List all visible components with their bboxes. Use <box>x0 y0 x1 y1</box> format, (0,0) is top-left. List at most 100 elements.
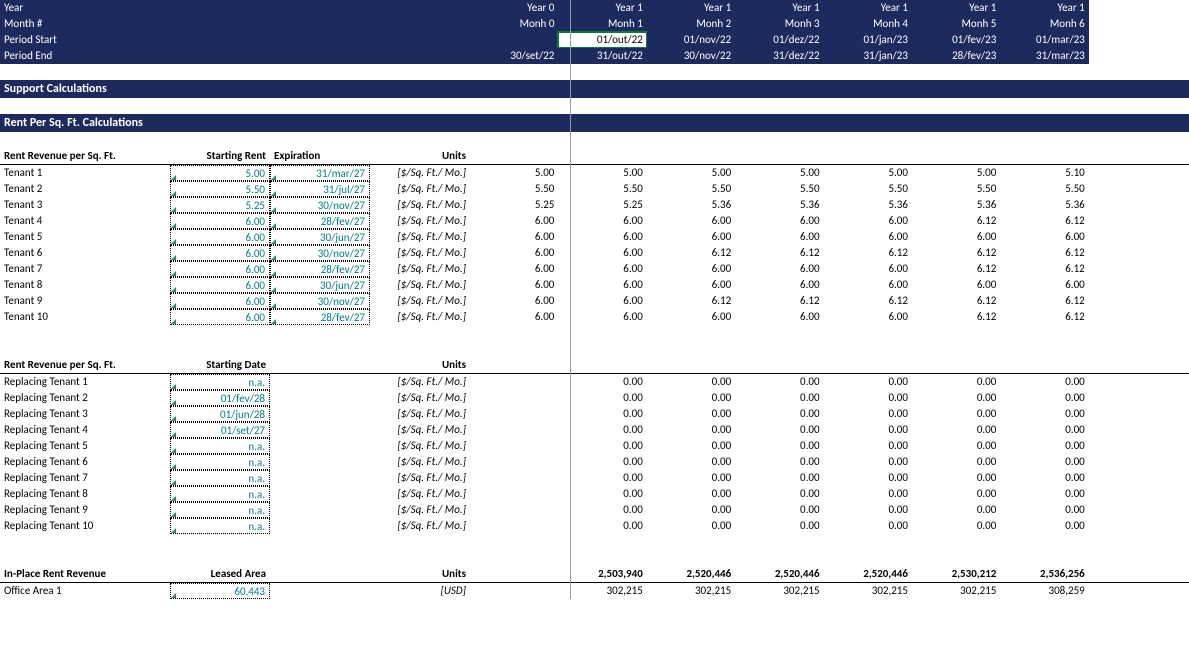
value-cell[interactable]: 0.00 <box>912 502 1000 518</box>
value-cell[interactable]: 0.00 <box>912 486 1000 502</box>
value-cell[interactable] <box>470 518 558 534</box>
value-cell[interactable]: 0.00 <box>735 390 823 406</box>
value-cell[interactable]: 5.50 <box>558 181 646 197</box>
tenant-name[interactable]: Replacing Tenant 10 <box>0 518 170 534</box>
expiration-cell[interactable]: 28/fev/27 <box>270 213 370 229</box>
expiration-cell[interactable]: 30/jun/27 <box>270 277 370 293</box>
value-cell[interactable]: 0.00 <box>824 470 912 486</box>
expiration-cell[interactable]: 31/jul/27 <box>270 181 370 197</box>
starting-rent-cell[interactable]: 6.00 <box>170 245 270 261</box>
value-cell[interactable]: 0.00 <box>558 422 646 438</box>
value-cell[interactable]: 0.00 <box>735 470 823 486</box>
tenant-name[interactable]: Tenant 3 <box>0 197 170 213</box>
starting-date-cell[interactable]: n.a. <box>170 374 270 390</box>
value-cell[interactable]: 0.00 <box>647 390 735 406</box>
value-cell[interactable]: 0.00 <box>1000 422 1088 438</box>
value-cell[interactable]: 0.00 <box>912 390 1000 406</box>
value-cell[interactable]: 6.00 <box>647 309 735 325</box>
starting-date-cell[interactable]: n.a. <box>170 502 270 518</box>
value-cell[interactable]: 0.00 <box>1000 470 1088 486</box>
value-cell[interactable]: 0.00 <box>735 406 823 422</box>
value-cell[interactable]: 0.00 <box>824 390 912 406</box>
value-cell[interactable]: 0.00 <box>558 470 646 486</box>
tenant-name[interactable]: Replacing Tenant 4 <box>0 422 170 438</box>
value-cell[interactable]: 0.00 <box>735 438 823 454</box>
value-cell[interactable]: 6.00 <box>558 213 646 229</box>
value-cell[interactable]: 0.00 <box>912 518 1000 534</box>
value-cell[interactable]: 5.36 <box>647 197 735 213</box>
tenant-name[interactable]: Tenant 8 <box>0 277 170 293</box>
value-cell[interactable]: 6.00 <box>912 277 1000 293</box>
starting-rent-cell[interactable]: 6.00 <box>170 213 270 229</box>
value-cell[interactable]: 0.00 <box>558 390 646 406</box>
value-cell[interactable]: 6.00 <box>558 261 646 277</box>
value-cell[interactable]: 6.00 <box>558 293 646 309</box>
value-cell[interactable]: 6.00 <box>470 293 558 309</box>
tenant-name[interactable]: Replacing Tenant 8 <box>0 486 170 502</box>
value-cell[interactable]: 6.00 <box>824 277 912 293</box>
tenant-name[interactable]: Replacing Tenant 3 <box>0 406 170 422</box>
value-cell[interactable]: 0.00 <box>1000 390 1088 406</box>
value-cell[interactable]: 6.00 <box>647 229 735 245</box>
value-cell[interactable]: 0.00 <box>824 422 912 438</box>
value-cell[interactable]: 0.00 <box>558 374 646 390</box>
value-cell[interactable]: 0.00 <box>824 486 912 502</box>
value-cell[interactable]: 0.00 <box>558 438 646 454</box>
value-cell[interactable]: 5.00 <box>470 165 558 181</box>
value-cell[interactable]: 0.00 <box>647 406 735 422</box>
value-cell[interactable]: 0.00 <box>824 502 912 518</box>
value-cell[interactable]: 5.36 <box>824 197 912 213</box>
value-cell[interactable]: 0.00 <box>824 454 912 470</box>
value-cell[interactable]: 6.00 <box>647 213 735 229</box>
expiration-cell[interactable]: 31/mar/27 <box>270 165 370 181</box>
value-cell[interactable]: 6.00 <box>824 261 912 277</box>
value-cell[interactable]: 5.50 <box>824 181 912 197</box>
tenant-name[interactable]: Tenant 10 <box>0 309 170 325</box>
selected-cell[interactable]: 01/out/22 <box>558 32 646 48</box>
value-cell[interactable]: 6.00 <box>558 309 646 325</box>
tenant-name[interactable]: Tenant 1 <box>0 165 170 181</box>
value-cell[interactable]: 6.00 <box>470 277 558 293</box>
value-cell[interactable] <box>470 502 558 518</box>
value-cell[interactable]: 5.25 <box>558 197 646 213</box>
value-cell[interactable]: 5.00 <box>824 165 912 181</box>
value-cell[interactable]: 6.00 <box>470 309 558 325</box>
value-cell[interactable] <box>470 486 558 502</box>
value-cell[interactable]: 5.36 <box>735 197 823 213</box>
value-cell[interactable]: 0.00 <box>912 422 1000 438</box>
value-cell[interactable]: 5.50 <box>735 181 823 197</box>
value-cell[interactable]: 6.12 <box>912 213 1000 229</box>
value-cell[interactable]: 6.12 <box>912 261 1000 277</box>
value-cell[interactable]: 0.00 <box>647 518 735 534</box>
tenant-name[interactable]: Replacing Tenant 6 <box>0 454 170 470</box>
value-cell[interactable] <box>470 374 558 390</box>
value-cell[interactable] <box>470 390 558 406</box>
value-cell[interactable]: 0.00 <box>735 374 823 390</box>
value-cell[interactable]: 6.00 <box>735 309 823 325</box>
value-cell[interactable]: 6.12 <box>912 309 1000 325</box>
starting-rent-cell[interactable]: 6.00 <box>170 309 270 325</box>
starting-rent-cell[interactable]: 6.00 <box>170 229 270 245</box>
value-cell[interactable]: 0.00 <box>735 486 823 502</box>
value-cell[interactable]: 5.50 <box>647 181 735 197</box>
value-cell[interactable]: 6.00 <box>558 229 646 245</box>
value-cell[interactable]: 0.00 <box>647 454 735 470</box>
value-cell[interactable]: 6.00 <box>470 213 558 229</box>
value-cell[interactable]: 6.00 <box>824 213 912 229</box>
value-cell[interactable] <box>470 422 558 438</box>
value-cell[interactable]: 0.00 <box>558 502 646 518</box>
value-cell[interactable]: 6.00 <box>912 229 1000 245</box>
value-cell[interactable]: 0.00 <box>824 518 912 534</box>
value-cell[interactable]: 0.00 <box>735 422 823 438</box>
value-cell[interactable]: 6.00 <box>647 261 735 277</box>
value-cell[interactable]: 6.00 <box>735 261 823 277</box>
value-cell[interactable]: 0.00 <box>912 454 1000 470</box>
value-cell[interactable]: 6.12 <box>912 245 1000 261</box>
tenant-name[interactable]: Tenant 7 <box>0 261 170 277</box>
expiration-cell[interactable]: 30/nov/27 <box>270 245 370 261</box>
value-cell[interactable]: 0.00 <box>647 438 735 454</box>
value-cell[interactable]: 0.00 <box>735 454 823 470</box>
tenant-name[interactable]: Replacing Tenant 2 <box>0 390 170 406</box>
tenant-name[interactable]: Tenant 4 <box>0 213 170 229</box>
starting-date-cell[interactable]: 01/jun/28 <box>170 406 270 422</box>
